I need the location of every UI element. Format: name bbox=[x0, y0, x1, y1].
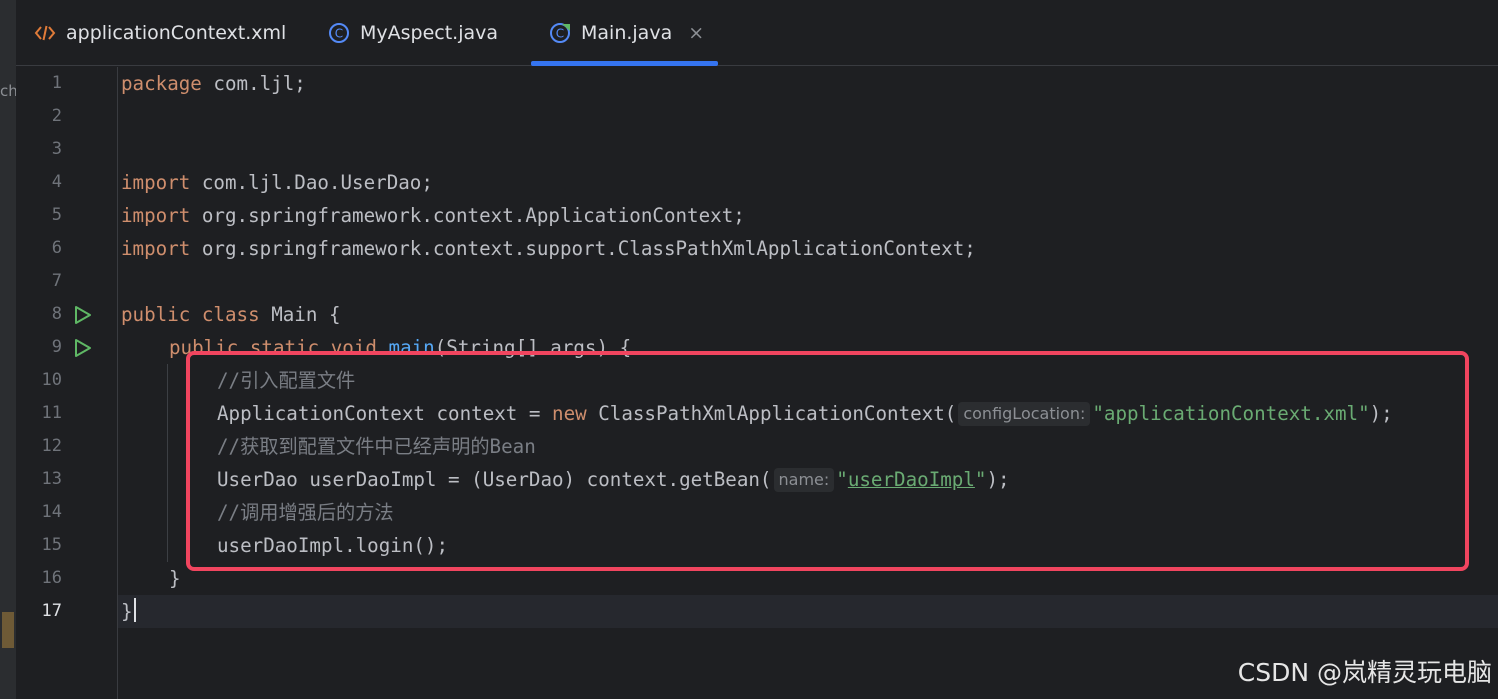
editor-tab-bar: applicationContext.xml C MyAspect.java C… bbox=[16, 0, 1498, 66]
code-line-13: UserDao userDaoImpl = (UserDao) context.… bbox=[217, 468, 1010, 492]
tab-myaspect-java[interactable]: C MyAspect.java bbox=[328, 0, 498, 66]
line-number: 14 bbox=[41, 502, 62, 522]
line-number: 4 bbox=[51, 172, 62, 192]
java-main-class-icon: C bbox=[549, 22, 571, 44]
svg-text:C: C bbox=[335, 27, 343, 41]
line-number: 15 bbox=[41, 535, 62, 555]
svg-text:C: C bbox=[556, 27, 564, 41]
text-caret bbox=[133, 598, 136, 622]
xml-file-icon bbox=[34, 22, 56, 44]
line-number: 10 bbox=[41, 370, 62, 390]
code-line-1: package com.ljl; bbox=[121, 72, 306, 95]
line-number: 3 bbox=[51, 139, 62, 159]
code-line-8: public class Main { bbox=[121, 303, 341, 326]
watermark: CSDN @岚精灵玩电脑 bbox=[1237, 658, 1492, 687]
code-line-15: userDaoImpl.login(); bbox=[217, 534, 449, 557]
run-class-icon[interactable] bbox=[74, 305, 92, 325]
line-number: 5 bbox=[51, 205, 62, 225]
line-number: 6 bbox=[51, 238, 62, 258]
tab-label: MyAspect.java bbox=[360, 22, 499, 44]
code-line-9: public static void main(String[] args) { bbox=[169, 336, 632, 359]
line-number: 2 bbox=[51, 106, 62, 126]
code-line-5: import org.springframework.context.Appli… bbox=[121, 204, 745, 227]
parameter-hint: configLocation: bbox=[958, 402, 1091, 426]
line-number-current: 17 bbox=[41, 601, 62, 621]
java-class-icon: C bbox=[328, 22, 350, 44]
left-strip-marker bbox=[2, 612, 14, 648]
code-line-11: ApplicationContext context = new ClassPa… bbox=[217, 402, 1393, 426]
code-line-10: //引入配置文件 bbox=[217, 369, 356, 392]
close-tab-icon[interactable]: × bbox=[688, 22, 704, 44]
code-line-12: //获取到配置文件中已经声明的Bean bbox=[217, 435, 536, 458]
run-main-method-icon[interactable] bbox=[74, 338, 92, 358]
code-line-16: } bbox=[169, 567, 181, 590]
tab-label: applicationContext.xml bbox=[66, 22, 287, 44]
code-line-14: //调用增强后的方法 bbox=[217, 501, 394, 524]
code-editor[interactable]: package com.ljl; import com.ljl.Dao.User… bbox=[118, 67, 1498, 699]
tab-label: Main.java bbox=[581, 22, 673, 44]
code-line-6: import org.springframework.context.suppo… bbox=[121, 237, 976, 260]
line-number: 16 bbox=[41, 568, 62, 588]
line-number: 1 bbox=[51, 73, 62, 93]
left-tool-strip: ch bbox=[0, 0, 18, 699]
line-number: 7 bbox=[51, 271, 62, 291]
code-line-17-current: } bbox=[118, 595, 1498, 628]
line-number: 8 bbox=[51, 304, 62, 324]
editor-gutter: 1 2 3 4 5 6 7 8 9 10 11 12 13 14 15 16 1… bbox=[16, 67, 118, 699]
parameter-hint: name: bbox=[773, 468, 835, 492]
tab-applicationcontext-xml[interactable]: applicationContext.xml bbox=[34, 0, 286, 66]
code-line-4: import com.ljl.Dao.UserDao; bbox=[121, 171, 433, 194]
line-number: 11 bbox=[41, 403, 62, 423]
line-number: 13 bbox=[41, 469, 62, 489]
line-number: 12 bbox=[41, 436, 62, 456]
line-number: 9 bbox=[51, 337, 62, 357]
tab-main-java[interactable]: C Main.java × bbox=[531, 0, 719, 66]
